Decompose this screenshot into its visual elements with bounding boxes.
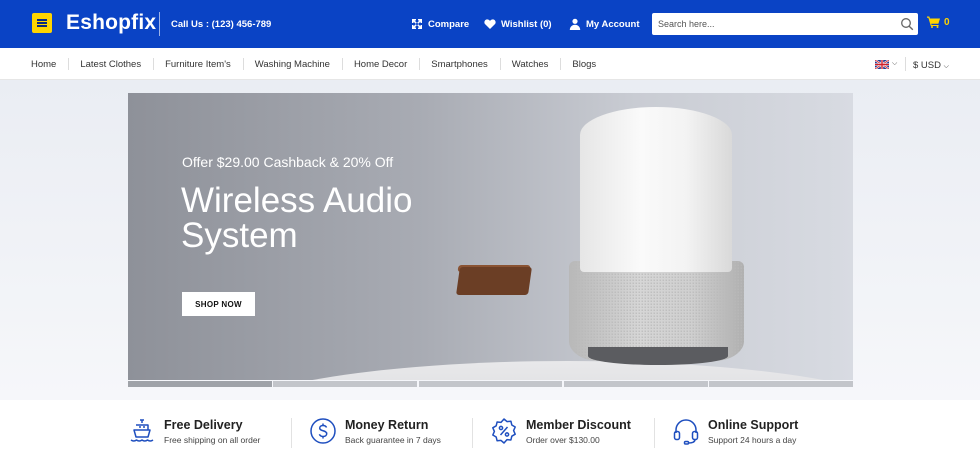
slider-dot-4[interactable] <box>563 381 708 387</box>
hero-headline-line-2: System <box>181 216 298 255</box>
discount-badge-icon <box>492 418 516 444</box>
feature-divider <box>472 418 473 448</box>
speaker-base-image <box>588 347 728 365</box>
top-header: Eshopfix Call Us : (123) 456-789 Compare… <box>0 0 980 48</box>
feature-divider <box>291 418 292 448</box>
nav-item-blogs[interactable]: Blogs <box>560 57 608 70</box>
nav-item-furniture-item-s[interactable]: Furniture Item's <box>153 57 243 70</box>
nav-item-home-decor[interactable]: Home Decor <box>341 57 419 70</box>
hero-slider: Offer $29.00 Cashback & 20% Off Wireless… <box>128 93 853 380</box>
feature-title: Member Discount <box>526 418 631 432</box>
slider-dot-2[interactable] <box>273 381 418 387</box>
compare-arrows-icon <box>412 19 422 29</box>
slider-dot-1[interactable] <box>128 381 272 387</box>
compare-label: Compare <box>428 18 470 30</box>
search-icon[interactable] <box>900 17 914 31</box>
cart-icon <box>927 16 940 28</box>
feature-description: Order over $130.00 <box>526 435 600 445</box>
feature-description: Back guarantee in 7 days <box>345 435 441 445</box>
shop-now-button[interactable]: SHOP NOW <box>182 292 255 316</box>
hamburger-menu-button[interactable] <box>32 13 52 33</box>
marble-table-image <box>218 361 853 380</box>
hero-headline-line-1: Wireless Audio <box>181 181 413 220</box>
headset-icon <box>673 419 699 445</box>
currency-divider <box>905 57 906 71</box>
my-account-link[interactable]: My Account <box>569 14 639 34</box>
currency-chevron-down-icon: ⌵ <box>943 63 949 70</box>
feature-title: Money Return <box>345 418 429 432</box>
language-chevron-down-icon[interactable]: ⌵ <box>892 60 897 68</box>
my-account-label: My Account <box>586 18 640 30</box>
feature-divider <box>654 418 655 448</box>
main-navigation: Home Latest Clothes Furniture Item's Washin… <box>0 48 980 80</box>
nav-item-watches[interactable]: Watches <box>499 57 561 70</box>
cart-button[interactable]: 0 <box>927 16 950 28</box>
ship-icon <box>130 419 154 442</box>
search-box <box>652 13 918 35</box>
speaker-top-image <box>580 107 732 272</box>
hero-offer-text: Offer $29.00 Cashback & 20% Off <box>182 154 394 170</box>
heart-icon <box>484 19 496 29</box>
slider-pagination <box>128 381 853 387</box>
feature-title: Free Delivery <box>164 418 243 432</box>
nav-item-washing-machine[interactable]: Washing Machine <box>242 57 342 70</box>
slider-dot-3[interactable] <box>418 381 563 387</box>
site-logo[interactable]: Eshopfix <box>66 11 156 35</box>
feature-description: Free shipping on all order <box>164 435 261 445</box>
nav-item-home[interactable]: Home <box>31 59 68 70</box>
features-row: Free Delivery Free shipping on all order… <box>128 414 853 454</box>
compare-link[interactable]: Compare <box>411 14 469 34</box>
nav-item-smartphones[interactable]: Smartphones <box>419 57 500 70</box>
search-input[interactable] <box>652 13 892 35</box>
wood-block-image <box>456 267 532 295</box>
uk-flag-icon[interactable] <box>875 60 889 69</box>
call-us-text: Call Us : (123) 456-789 <box>171 19 272 30</box>
feature-title: Online Support <box>708 418 799 432</box>
dollar-icon <box>310 418 336 444</box>
cart-count: 0 <box>944 16 950 28</box>
currency-value: $ USD <box>913 60 941 71</box>
feature-description: Support 24 hours a day <box>708 435 797 445</box>
currency-selector[interactable]: $ USD ⌵ <box>913 60 949 71</box>
slider-dot-5[interactable] <box>709 381 853 387</box>
user-icon <box>569 18 581 30</box>
wishlist-label: Wishlist (0) <box>501 18 552 30</box>
nav-menu: Home Latest Clothes Furniture Item's Washin… <box>31 48 608 80</box>
nav-item-latest-clothes[interactable]: Latest Clothes <box>68 57 153 70</box>
wishlist-link[interactable]: Wishlist (0) <box>484 14 552 34</box>
hero-headline: Wireless Audio System <box>181 183 481 253</box>
header-divider <box>159 12 160 36</box>
speaker-fabric-image <box>569 261 744 361</box>
